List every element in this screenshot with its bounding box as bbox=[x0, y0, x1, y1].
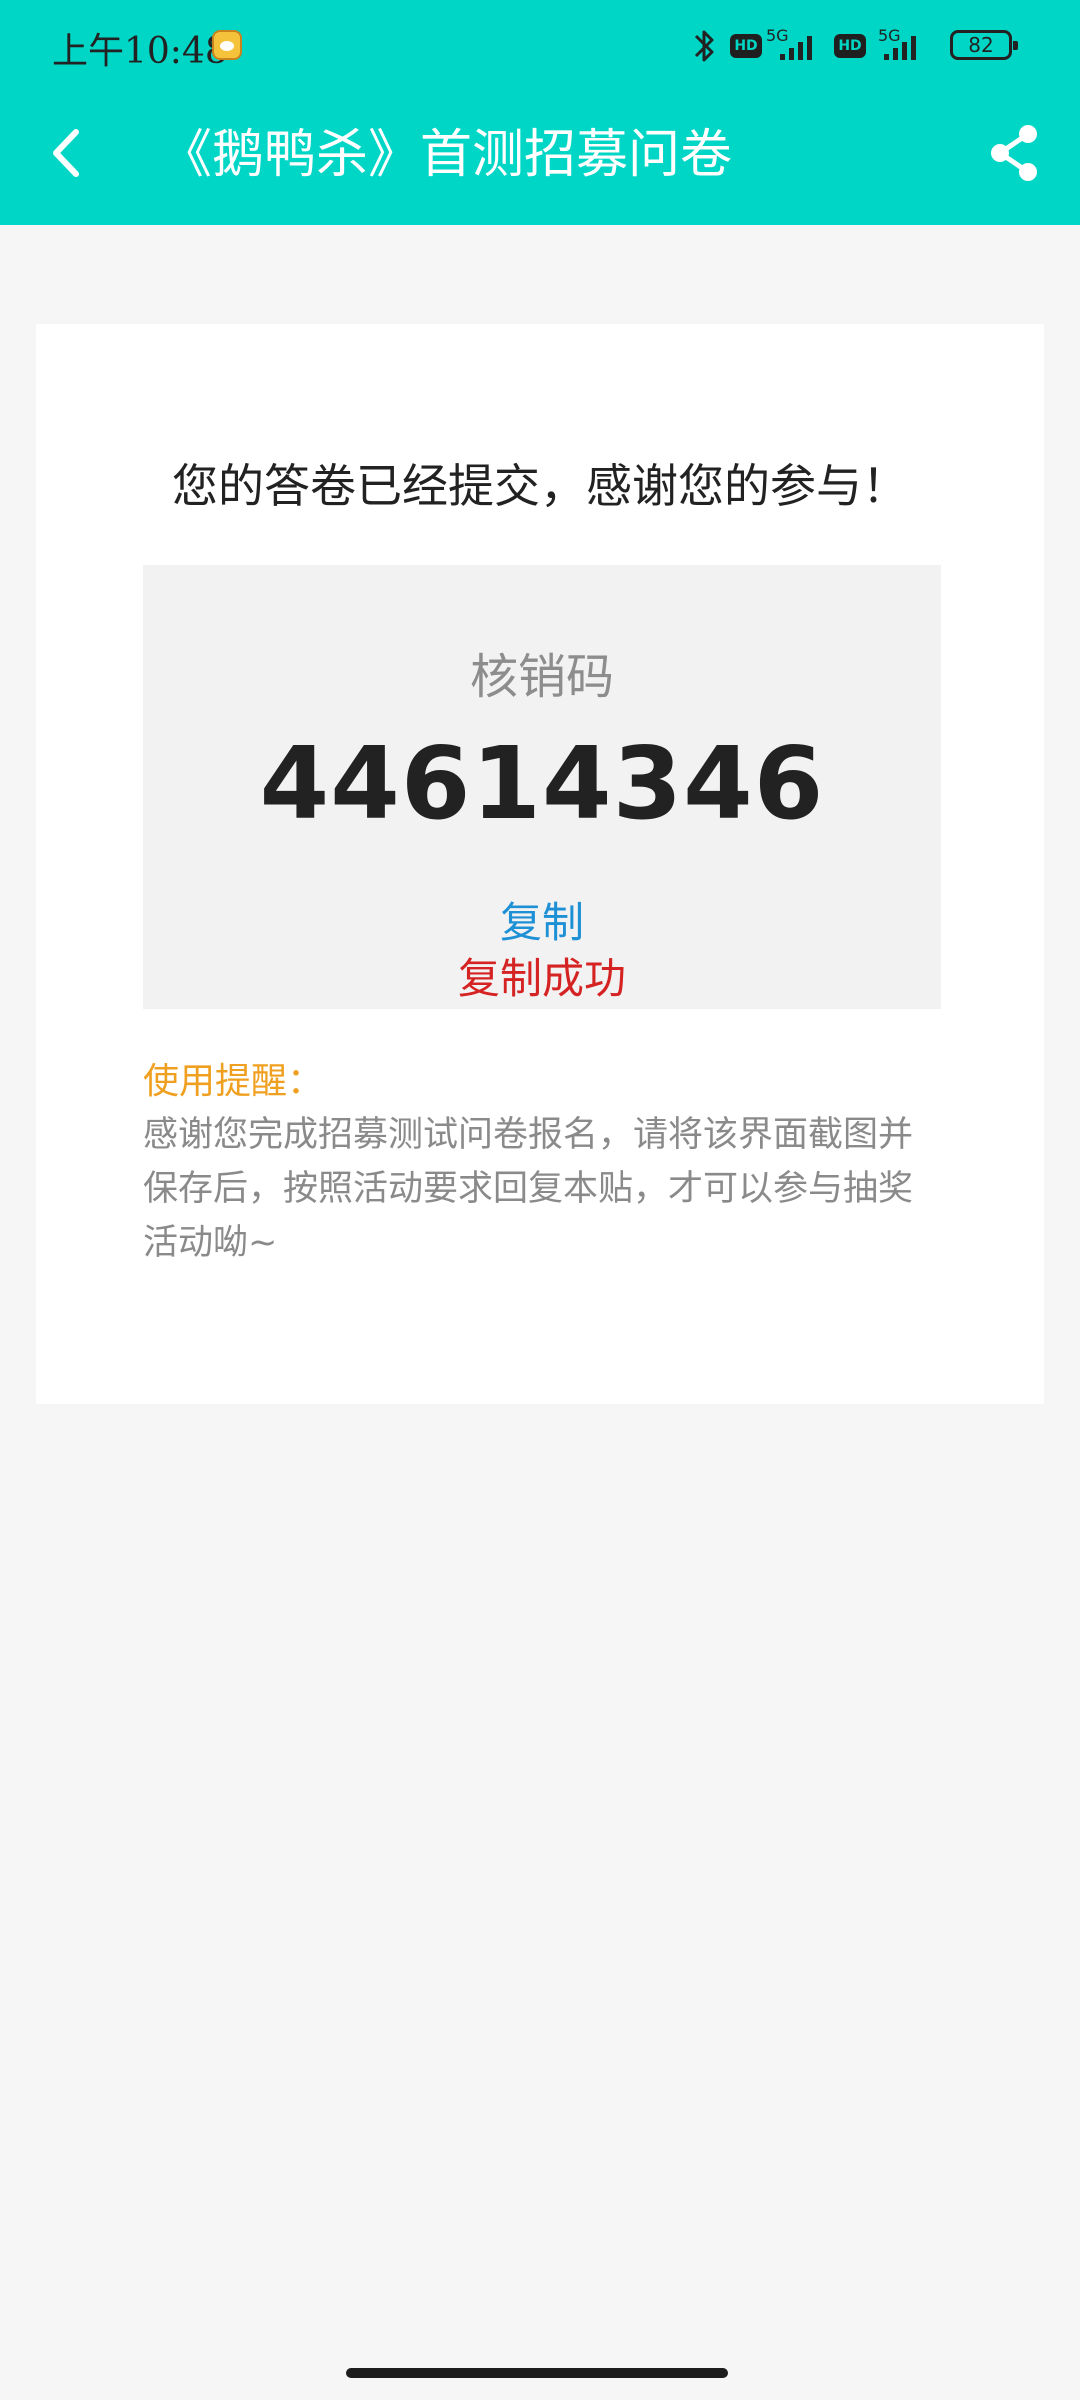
page-title: 《鹅鸭杀》首测招募问卷 bbox=[160, 125, 733, 185]
copy-button[interactable]: 复制 bbox=[143, 889, 941, 950]
signal-icon-1 bbox=[780, 36, 812, 60]
copy-success-message: 复制成功 bbox=[457, 954, 626, 1003]
hd-badge-2: HD bbox=[834, 34, 866, 58]
bluetooth-icon bbox=[694, 30, 714, 62]
share-icon[interactable] bbox=[984, 120, 1044, 186]
reminder-body: 感谢您完成招募测试问卷报名，请将该界面截图并保存后，按照活动要求回复本贴，才可以… bbox=[143, 1115, 914, 1263]
home-indicator[interactable] bbox=[346, 2368, 728, 2378]
battery-indicator: 82 bbox=[950, 30, 1018, 60]
app-notification-icon bbox=[212, 30, 242, 60]
redeem-code-box: 核销码 44614346 复制 复制成功 bbox=[143, 565, 941, 1009]
hd-badge-1: HD bbox=[730, 34, 762, 58]
code-label: 核销码 bbox=[469, 649, 614, 705]
signal-icon-2 bbox=[884, 36, 916, 60]
thanks-message: 您的答卷已经提交，感谢您的参与！ bbox=[172, 459, 908, 513]
status-bar: 上午10:48 HD 5G HD 5G 82 bbox=[0, 0, 1080, 90]
reminder-title: 使用提醒： bbox=[143, 1061, 324, 1102]
title-bar: 《鹅鸭杀》首测招募问卷 bbox=[0, 90, 1080, 225]
submission-card: 您的答卷已经提交，感谢您的参与！ 核销码 44614346 复制 复制成功 使用… bbox=[36, 324, 1044, 1404]
code-value: 44614346 bbox=[259, 725, 825, 842]
status-time: 上午10:48 bbox=[52, 31, 228, 72]
back-icon[interactable] bbox=[40, 118, 100, 188]
